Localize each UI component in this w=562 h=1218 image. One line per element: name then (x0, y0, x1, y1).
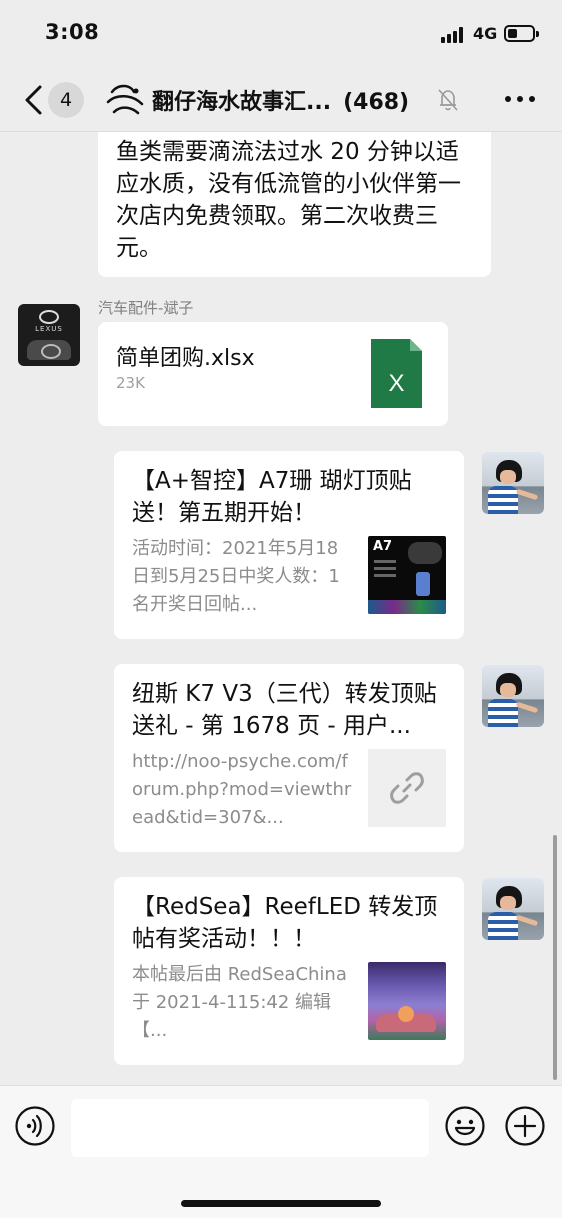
link-icon (390, 772, 424, 804)
link-card[interactable]: 纽斯 K7 V3（三代）转发顶贴送礼 - 第 1678 页 - 用户... ht… (114, 664, 464, 852)
file-size: 23K (116, 374, 145, 392)
excel-file-icon: X (371, 339, 422, 408)
battery-icon (504, 25, 539, 42)
my-avatar[interactable] (482, 452, 544, 514)
link-card-description: http://noo-psyche.com/forum.php?mod=view… (132, 751, 352, 828)
plus-icon[interactable] (505, 1106, 545, 1146)
group-logo-icon (106, 84, 144, 115)
voice-input-icon[interactable] (15, 1106, 55, 1146)
file-name: 简单团购.xlsx (116, 346, 255, 371)
file-message-bubble[interactable]: 简单团购.xlsx 23K X (98, 322, 448, 426)
text-message-bubble[interactable]: 鱼类需要滴流法过水 20 分钟以适应水质，没有低流管的小伙伴第一次店内免费领取。… (98, 132, 491, 277)
link-card[interactable]: 【A+智控】A7珊 瑚灯顶贴送！第五期开始！ 活动时间：2021年5月18日到5… (114, 451, 464, 639)
mute-bell-icon (438, 89, 458, 111)
link-card-description: 活动时间：2021年5月18日到5月25日中奖人数：1名开奖日回帖... (132, 538, 340, 615)
unread-count-badge[interactable]: 4 (48, 82, 84, 118)
chat-header: 4 翻仔海水故事汇... (468) (0, 68, 562, 132)
link-card-thumbnail (368, 749, 446, 827)
back-chevron-icon[interactable] (24, 85, 44, 115)
link-card-title: 【A+智控】A7珊 瑚灯顶贴送！第五期开始！ (132, 468, 412, 526)
home-indicator (181, 1200, 381, 1207)
sender-avatar[interactable]: LEXUS (18, 304, 80, 366)
my-avatar[interactable] (482, 665, 544, 727)
excel-letter: X (388, 370, 404, 397)
thumbnail-label: A7 (373, 539, 393, 554)
sender-name: 汽车配件-斌子 (98, 299, 194, 317)
status-bar: 3:08 4G (0, 0, 562, 68)
link-card-thumbnail: A7 (368, 536, 446, 614)
message-input[interactable] (71, 1099, 429, 1157)
link-card-description: 本帖最后由 RedSeaChina 于 2021-4-115:42 编辑【... (132, 964, 347, 1041)
text-message-content: 鱼类需要滴流法过水 20 分钟以适应水质，没有低流管的小伙伴第一次店内免费领取。… (116, 139, 461, 261)
my-avatar[interactable] (482, 878, 544, 940)
link-card[interactable]: 【RedSea】ReefLED 转发顶帖有奖活动！！！ 本帖最后由 RedSea… (114, 877, 464, 1065)
cellular-signal-icon (441, 27, 467, 43)
scroll-indicator[interactable] (553, 835, 557, 1080)
chat-messages[interactable]: 鱼类需要滴流法过水 20 分钟以适应水质，没有低流管的小伙伴第一次店内免费领取。… (0, 132, 562, 1085)
member-count: (468) (343, 90, 410, 115)
group-name: 翻仔海水故事汇... (152, 90, 332, 115)
network-type: 4G (473, 24, 498, 43)
more-options-icon[interactable] (505, 96, 535, 104)
emoji-icon[interactable] (445, 1106, 485, 1146)
input-bar (0, 1085, 562, 1218)
chat-title[interactable]: 翻仔海水故事汇... (468) (152, 84, 409, 116)
status-time: 3:08 (45, 20, 100, 44)
avatar-brand-text: LEXUS (35, 325, 63, 333)
link-card-title: 【RedSea】ReefLED 转发顶帖有奖活动！！！ (132, 894, 438, 952)
link-card-thumbnail (368, 962, 446, 1040)
link-card-title: 纽斯 K7 V3（三代）转发顶贴送礼 - 第 1678 页 - 用户... (132, 681, 437, 739)
